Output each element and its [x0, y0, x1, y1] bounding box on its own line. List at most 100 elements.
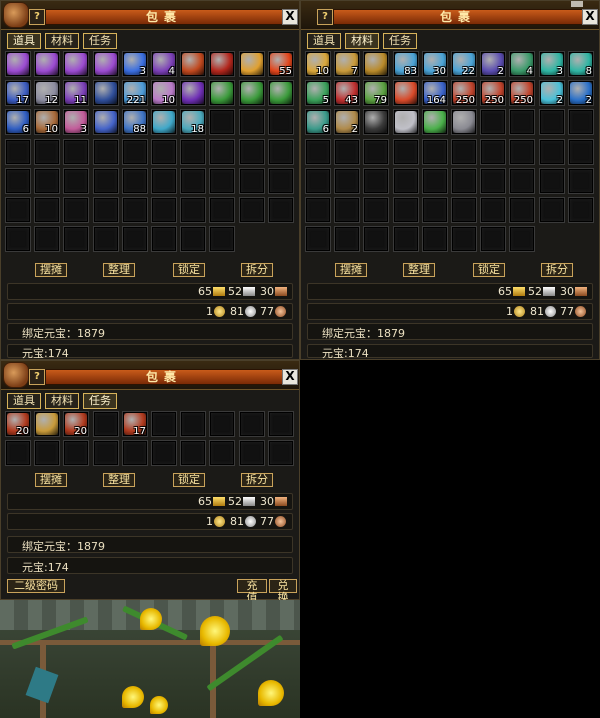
inventory-slot[interactable]: [5, 440, 31, 466]
inventory-slot[interactable]: [93, 411, 119, 437]
inventory-slot[interactable]: [509, 168, 535, 194]
inventory-slot[interactable]: 22: [451, 51, 477, 77]
inventory-slot[interactable]: [334, 168, 360, 194]
inventory-slot[interactable]: [568, 168, 594, 194]
lock-button[interactable]: 锁定: [473, 263, 505, 277]
inventory-slot[interactable]: 6: [5, 109, 31, 135]
sort-button[interactable]: 整理: [403, 263, 435, 277]
inventory-slot[interactable]: [209, 440, 235, 466]
stall-button[interactable]: 摆摊: [335, 263, 367, 277]
inventory-slot[interactable]: [180, 168, 206, 194]
inventory-slot[interactable]: 43: [334, 80, 360, 106]
inventory-slot[interactable]: [539, 109, 565, 135]
inventory-slot[interactable]: [539, 197, 565, 223]
inventory-slot[interactable]: [451, 197, 477, 223]
inventory-slot[interactable]: [509, 139, 535, 165]
inventory-slot[interactable]: [34, 411, 60, 437]
inventory-slot[interactable]: 6: [305, 109, 331, 135]
inventory-slot[interactable]: 221: [122, 80, 148, 106]
inventory-slot[interactable]: [268, 411, 294, 437]
inventory-slot[interactable]: [268, 139, 294, 165]
inventory-slot[interactable]: [209, 226, 235, 252]
inventory-slot[interactable]: [480, 197, 506, 223]
inventory-slot[interactable]: [239, 109, 265, 135]
inventory-slot[interactable]: 250: [480, 80, 506, 106]
inventory-slot[interactable]: 20: [63, 411, 89, 437]
inventory-slot[interactable]: 250: [509, 80, 535, 106]
inventory-slot[interactable]: [209, 51, 235, 77]
inventory-slot[interactable]: [209, 109, 235, 135]
inventory-slot[interactable]: [93, 80, 119, 106]
inventory-slot[interactable]: [393, 226, 419, 252]
inventory-slot[interactable]: [151, 168, 177, 194]
inventory-slot[interactable]: [93, 168, 119, 194]
inventory-slot[interactable]: 17: [5, 80, 31, 106]
inventory-slot[interactable]: [151, 139, 177, 165]
inventory-slot[interactable]: [363, 109, 389, 135]
inventory-slot[interactable]: 250: [451, 80, 477, 106]
close-button[interactable]: X: [582, 9, 598, 25]
inventory-slot[interactable]: [422, 139, 448, 165]
inventory-slot[interactable]: [480, 139, 506, 165]
inventory-slot[interactable]: [180, 80, 206, 106]
inventory-slot[interactable]: [93, 440, 119, 466]
inventory-slot[interactable]: [422, 168, 448, 194]
close-button[interactable]: X: [282, 9, 298, 25]
tab-quest[interactable]: 任务: [383, 33, 417, 49]
inventory-slot[interactable]: [63, 51, 89, 77]
inventory-slot[interactable]: 2: [539, 80, 565, 106]
inventory-slot[interactable]: [93, 109, 119, 135]
inventory-slot[interactable]: [239, 51, 265, 77]
inventory-slot[interactable]: [209, 168, 235, 194]
sort-button[interactable]: 整理: [103, 473, 135, 487]
inventory-slot[interactable]: [305, 197, 331, 223]
recharge-button[interactable]: 充值: [237, 579, 267, 604]
lock-button[interactable]: 锁定: [173, 473, 205, 487]
split-button[interactable]: 拆分: [541, 263, 573, 277]
inventory-slot[interactable]: [93, 197, 119, 223]
inventory-slot[interactable]: [93, 51, 119, 77]
inventory-slot[interactable]: [393, 168, 419, 194]
inventory-slot[interactable]: [34, 168, 60, 194]
inventory-slot[interactable]: [5, 139, 31, 165]
inventory-slot[interactable]: [34, 139, 60, 165]
close-button[interactable]: X: [282, 369, 298, 385]
inventory-slot[interactable]: 4: [151, 51, 177, 77]
inventory-slot[interactable]: [451, 226, 477, 252]
tab-materials[interactable]: 材料: [45, 33, 79, 49]
inventory-slot[interactable]: [539, 168, 565, 194]
inventory-slot[interactable]: 18: [180, 109, 206, 135]
inventory-slot[interactable]: [363, 197, 389, 223]
tab-props[interactable]: 道具: [307, 33, 341, 49]
inventory-slot[interactable]: [480, 168, 506, 194]
inventory-slot[interactable]: [393, 139, 419, 165]
split-button[interactable]: 拆分: [241, 263, 273, 277]
inventory-slot[interactable]: [422, 197, 448, 223]
title-bar[interactable]: ? 包裹 X: [1, 361, 299, 390]
inventory-slot[interactable]: [305, 139, 331, 165]
inventory-slot[interactable]: [5, 197, 31, 223]
split-button[interactable]: 拆分: [241, 473, 273, 487]
inventory-slot[interactable]: [480, 226, 506, 252]
inventory-slot[interactable]: 30: [422, 51, 448, 77]
inventory-slot[interactable]: 79: [363, 80, 389, 106]
inventory-slot[interactable]: [63, 197, 89, 223]
inventory-slot[interactable]: [509, 197, 535, 223]
inventory-slot[interactable]: 3: [122, 51, 148, 77]
inventory-slot[interactable]: [451, 139, 477, 165]
inventory-slot[interactable]: [334, 139, 360, 165]
inventory-slot[interactable]: 2: [334, 109, 360, 135]
inventory-slot[interactable]: 83: [393, 51, 419, 77]
inventory-slot[interactable]: 10: [34, 109, 60, 135]
inventory-slot[interactable]: [268, 440, 294, 466]
inventory-slot[interactable]: [34, 51, 60, 77]
inventory-slot[interactable]: [122, 197, 148, 223]
inventory-slot[interactable]: [268, 197, 294, 223]
inventory-slot[interactable]: [34, 226, 60, 252]
inventory-slot[interactable]: 2: [480, 51, 506, 77]
help-button[interactable]: ?: [29, 369, 45, 385]
inventory-slot[interactable]: [239, 80, 265, 106]
inventory-slot[interactable]: 11: [63, 80, 89, 106]
inventory-slot[interactable]: [239, 168, 265, 194]
inventory-slot[interactable]: [239, 139, 265, 165]
